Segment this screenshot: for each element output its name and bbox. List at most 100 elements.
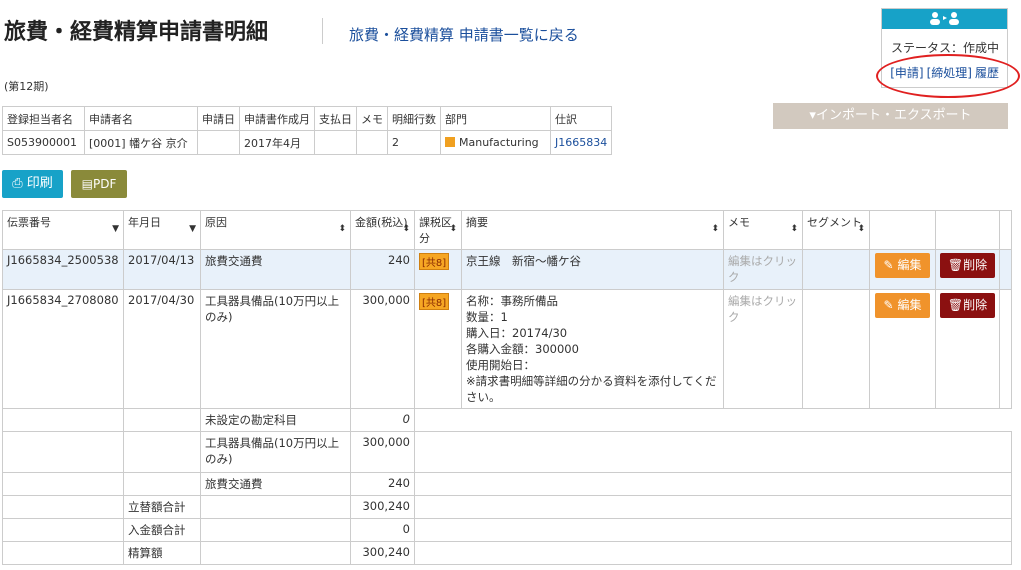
info-header: 支払日 — [314, 106, 357, 131]
summary-line: ※請求書明細等詳細の分かる資料を添付してください。 — [466, 374, 717, 404]
col-label: 原因 — [205, 216, 227, 229]
info-table: 登録担当者名 申請者名 申請日 申請書作成月 支払日 メモ 明細行数 部門 仕訳… — [2, 106, 613, 155]
row-amount: 240 — [350, 249, 415, 290]
pdf-button[interactable]: ▤PDF — [71, 170, 127, 198]
edit-button[interactable]: ✎ 編集 — [875, 293, 930, 318]
department-label: Manufacturing — [459, 136, 539, 149]
info-header: 部門 — [440, 106, 551, 131]
sort-icon: ⬍ — [449, 224, 457, 234]
table-row: J1665834_2708080 2017/04/30 工具器具備品(10万円以… — [2, 289, 1012, 409]
sort-icon: ⬍ — [790, 224, 798, 234]
row-memo[interactable]: 編集はクリック — [723, 289, 803, 409]
delete-button[interactable]: 🗑削除 — [940, 253, 995, 278]
sort-desc-icon: ▼ — [112, 224, 119, 234]
info-header: 申請日 — [197, 106, 240, 131]
info-header: 申請書作成月 — [239, 106, 315, 131]
row-date: 2017/04/30 — [123, 289, 201, 409]
delete-cell: 🗑削除 — [935, 289, 1000, 409]
col-date[interactable]: 年月日 ▼ — [123, 210, 201, 250]
slip-number: J1665834_2500538 — [2, 249, 124, 290]
subtotal-row: 旅費交通費 240 — [2, 472, 1012, 496]
annotation-circle — [876, 54, 1020, 98]
sort-desc-icon: ▼ — [189, 224, 196, 234]
printer-icon: ⎙ — [12, 176, 23, 191]
memo-cell — [356, 130, 388, 155]
info-header: 登録担当者名 — [2, 106, 85, 131]
row-cause: 旅費交通費 — [200, 249, 351, 290]
col-label: 金額(税込) — [355, 216, 408, 229]
edit-button[interactable]: ✎ 編集 — [875, 253, 930, 278]
col-segment[interactable]: セグメント ⬍ — [802, 210, 870, 250]
col-label: 伝票番号 — [7, 216, 51, 229]
print-label: 印刷 — [26, 176, 53, 191]
title-divider — [322, 18, 323, 44]
detail-count: 2 — [387, 130, 441, 155]
department: Manufacturing — [440, 130, 551, 155]
application-date — [197, 130, 240, 155]
info-header: 申請者名 — [84, 106, 198, 131]
col-label: 課税区分 — [419, 216, 452, 245]
info-header: 明細行数 — [387, 106, 441, 131]
summary-line: 名称：事務所備品 — [466, 294, 558, 308]
col-summary[interactable]: 摘要 ⬍ — [461, 210, 724, 250]
summary-line: 購入日：20174/30 — [466, 326, 568, 340]
payment-date — [314, 130, 357, 155]
summary-line: 各購入金額：300000 — [466, 342, 579, 356]
col-label: セグメント — [807, 216, 862, 229]
edit-cell: ✎ 編集 — [869, 289, 936, 409]
subtotal-label: 旅費交通費 — [200, 472, 351, 496]
total-row: 精算額 300,240 — [2, 541, 1012, 565]
subtotal-value: 0 — [350, 408, 415, 432]
sort-icon: ⬍ — [338, 224, 346, 234]
sort-icon: ⬍ — [711, 224, 719, 234]
table-row: J1665834_2500538 2017/04/13 旅費交通費 240 [共… — [2, 249, 1012, 290]
summary-line: 数量：1 — [466, 310, 508, 324]
col-tax-class[interactable]: 課税区分 ⬍ — [414, 210, 462, 250]
delete-button[interactable]: 🗑削除 — [940, 293, 995, 318]
row-extra — [999, 289, 1012, 409]
detail-table: 伝票番号 ▼ 年月日 ▼ 原因 ⬍ 金額(税込) ⬍ 課税区分 ⬍ 摘要 ⬍ メモ ⬍ セグメ… — [2, 210, 1012, 565]
tax-badge: [共8] — [419, 293, 450, 310]
info-header: メモ — [356, 106, 388, 131]
trash-icon: 🗑 — [947, 258, 964, 272]
col-amount[interactable]: 金額(税込) ⬍ — [350, 210, 415, 250]
subtotal-label: 未設定の勘定科目 — [200, 408, 351, 432]
sort-icon: ⬍ — [857, 224, 865, 234]
col-edit — [869, 210, 936, 250]
trash-icon: 🗑 — [947, 298, 964, 312]
col-cause[interactable]: 原因 ⬍ — [200, 210, 351, 250]
tax-badge: [共8] — [419, 253, 450, 270]
row-date: 2017/04/13 — [123, 249, 201, 290]
col-delete — [935, 210, 1000, 250]
total-value: 300,240 — [350, 495, 415, 519]
row-extra — [999, 249, 1012, 290]
delete-cell: 🗑削除 — [935, 249, 1000, 290]
col-memo[interactable]: メモ ⬍ — [723, 210, 803, 250]
row-segment — [802, 249, 870, 290]
subtotal-value: 300,000 — [350, 431, 415, 473]
sort-icon: ⬍ — [402, 224, 410, 234]
pdf-file-icon: ▤ — [81, 177, 93, 191]
row-segment — [802, 289, 870, 409]
total-value: 0 — [350, 518, 415, 542]
import-export-button[interactable]: ▾インポート・エクスポート — [773, 103, 1008, 129]
edit-label: 編集 — [897, 298, 922, 312]
journal-link[interactable]: J1665834 — [549, 130, 613, 155]
row-memo[interactable]: 編集はクリック — [723, 249, 803, 290]
row-tax: [共8] — [414, 289, 462, 409]
users-icon — [882, 9, 1007, 29]
col-slip-number[interactable]: 伝票番号 ▼ — [2, 210, 124, 250]
registrant-id: S053900001 — [2, 130, 85, 155]
subtotal-label: 工具器具備品(10万円以上のみ) — [200, 431, 351, 473]
total-label: 立替額合計 — [123, 495, 201, 519]
creation-month: 2017年4月 — [239, 130, 315, 155]
department-color-icon — [445, 137, 455, 147]
back-to-list-link[interactable]: 旅費・経費精算 申請書一覧に戻る — [349, 24, 579, 45]
row-tax: [共8] — [414, 249, 462, 290]
fiscal-period: (第12期) — [4, 80, 49, 93]
subtotal-row: 未設定の勘定科目 0 — [2, 408, 1012, 432]
print-button[interactable]: ⎙ 印刷 — [2, 170, 63, 198]
col-label: メモ — [728, 216, 750, 229]
total-label: 精算額 — [123, 541, 201, 565]
summary-line: 使用開始日： — [466, 358, 535, 372]
